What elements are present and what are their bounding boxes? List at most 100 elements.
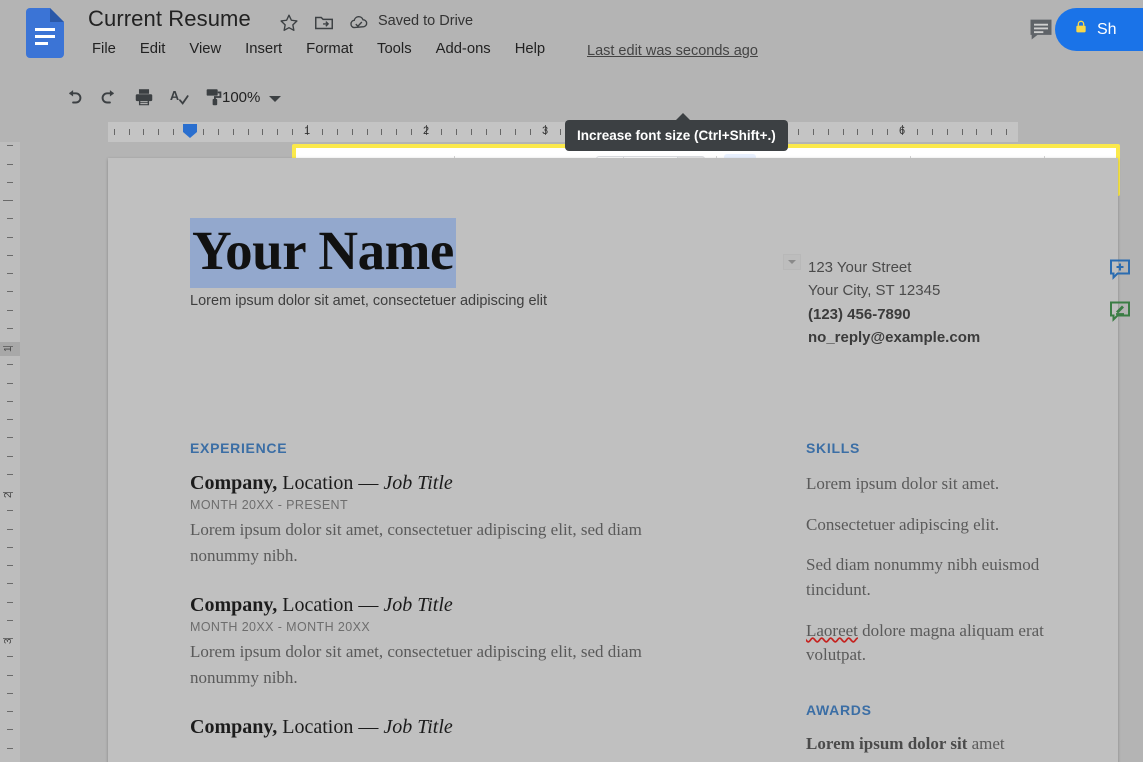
vertical-ruler-tick bbox=[7, 255, 13, 256]
table-options-chevron-down-icon[interactable] bbox=[783, 254, 801, 270]
job-title: Job Title bbox=[383, 472, 452, 494]
menu-insert[interactable]: Insert bbox=[233, 41, 294, 57]
spell-check-icon[interactable]: A bbox=[163, 81, 195, 113]
ruler-tick bbox=[114, 129, 115, 135]
name-heading[interactable]: Your Name bbox=[190, 218, 456, 288]
ruler-number: 6 bbox=[899, 125, 905, 137]
vertical-ruler-tick bbox=[7, 437, 13, 438]
job-title: Job Title bbox=[383, 716, 452, 738]
vertical-ruler-tick bbox=[7, 237, 13, 238]
svg-text:A: A bbox=[170, 88, 179, 103]
ruler-number: 3 bbox=[542, 125, 548, 137]
move-to-folder-icon[interactable] bbox=[313, 12, 335, 34]
vertical-ruler-tick bbox=[7, 383, 13, 384]
vertical-ruler-tick bbox=[7, 328, 13, 329]
contact-info-block[interactable]: 123 Your Street Your City, ST 12345 (123… bbox=[808, 256, 980, 349]
saved-to-drive-cloud-icon bbox=[348, 12, 370, 34]
vertical-ruler-tick bbox=[7, 529, 13, 530]
document-title[interactable]: Current Resume bbox=[88, 6, 251, 32]
ruler-tick bbox=[798, 129, 799, 135]
ruler-tick bbox=[962, 129, 963, 135]
ruler-tick bbox=[367, 129, 368, 135]
ruler-tick bbox=[262, 129, 263, 135]
document-page[interactable]: Your Name Lorem ipsum dolor sit amet, co… bbox=[108, 158, 1118, 762]
menu-file[interactable]: File bbox=[88, 41, 128, 57]
menu-edit[interactable]: Edit bbox=[128, 41, 178, 57]
vertical-ruler-tick bbox=[7, 474, 13, 475]
redo-icon[interactable] bbox=[93, 81, 125, 113]
vertical-ruler-tick bbox=[7, 656, 13, 657]
ruler-tick bbox=[932, 129, 933, 135]
vertical-ruler-tick bbox=[7, 273, 13, 274]
vertical-ruler-tick bbox=[7, 291, 13, 292]
ruler-tick bbox=[828, 129, 829, 135]
last-edit-link[interactable]: Last edit was seconds ago bbox=[587, 43, 758, 59]
job-title: Job Title bbox=[383, 594, 452, 616]
skill-item[interactable]: Lorem ipsum dolor sit amet. bbox=[806, 472, 1096, 497]
contact-email: no_reply@example.com bbox=[808, 326, 980, 349]
skill-item[interactable]: Laoreet dolore magna aliquam erat volutp… bbox=[806, 619, 1096, 668]
star-icon[interactable] bbox=[278, 12, 300, 34]
vertical-ruler-tick bbox=[7, 510, 13, 511]
award-item[interactable]: Lorem ipsum dolor sit amet bbox=[806, 734, 1096, 754]
ruler-tick bbox=[813, 129, 814, 135]
ruler-tick bbox=[486, 129, 487, 135]
vertical-ruler-tick bbox=[7, 711, 13, 712]
job-location: Location — bbox=[277, 716, 383, 738]
contact-phone: (123) 456-7890 bbox=[808, 303, 980, 326]
ruler-tick bbox=[396, 129, 397, 135]
zoom-level-label[interactable]: 100% bbox=[222, 89, 260, 106]
contact-city: Your City, ST 12345 bbox=[808, 279, 980, 302]
comment-history-icon[interactable] bbox=[1026, 15, 1056, 43]
menu-help[interactable]: Help bbox=[503, 41, 557, 57]
misspelled-word[interactable]: Laoreet bbox=[806, 621, 858, 640]
ruler-tick bbox=[530, 129, 531, 135]
experience-column: EXPERIENCE Company, Location — Job Title… bbox=[190, 440, 700, 742]
undo-icon[interactable] bbox=[58, 81, 90, 113]
save-status-text: Saved to Drive bbox=[378, 13, 473, 29]
ruler-tick bbox=[322, 129, 323, 135]
ruler-tick bbox=[456, 129, 457, 135]
menu-bar: File Edit View Insert Format Tools Add-o… bbox=[88, 41, 557, 57]
experience-entry[interactable]: Company, Location — Job Title MONTH 20XX… bbox=[190, 472, 700, 568]
experience-entry[interactable]: Company, Location — Job Title bbox=[190, 716, 700, 739]
skill-item[interactable]: Consectetuer adipiscing elit. bbox=[806, 513, 1096, 538]
skill-item[interactable]: Sed diam nonummy nibh euismod tincidunt. bbox=[806, 553, 1096, 602]
menu-add-ons[interactable]: Add-ons bbox=[424, 41, 503, 57]
add-comment-side-icon[interactable] bbox=[1105, 255, 1135, 283]
ruler-page-range bbox=[108, 122, 1018, 142]
job-heading: Company, Location — Job Title bbox=[190, 716, 700, 739]
ruler-tick bbox=[158, 129, 159, 135]
zoom-chevron-down-icon[interactable] bbox=[268, 92, 282, 110]
ruler-tick bbox=[947, 129, 948, 135]
vertical-ruler-tick bbox=[7, 364, 13, 365]
ruler-tick bbox=[515, 129, 516, 135]
ruler-tick bbox=[471, 129, 472, 135]
experience-section-title: EXPERIENCE bbox=[190, 440, 700, 456]
vertical-ruler[interactable]: 123 bbox=[0, 142, 20, 762]
ruler-tick bbox=[843, 129, 844, 135]
share-button[interactable]: Sh bbox=[1055, 8, 1143, 51]
vertical-ruler-tick bbox=[7, 164, 13, 165]
experience-entry[interactable]: Company, Location — Job Title MONTH 20XX… bbox=[190, 594, 700, 690]
job-company: Company, bbox=[190, 594, 277, 616]
vertical-ruler-tick bbox=[7, 145, 13, 146]
menu-format[interactable]: Format bbox=[294, 41, 365, 57]
menu-tools[interactable]: Tools bbox=[365, 41, 424, 57]
suggest-edit-side-icon[interactable] bbox=[1105, 297, 1135, 325]
vertical-ruler-tick bbox=[7, 547, 13, 548]
print-icon[interactable] bbox=[128, 81, 160, 113]
vertical-ruler-tick bbox=[7, 182, 13, 183]
lock-icon bbox=[1073, 18, 1089, 41]
vertical-ruler-tick bbox=[7, 456, 13, 457]
share-button-label: Sh bbox=[1097, 21, 1117, 39]
document-scroll-area[interactable]: Your Name Lorem ipsum dolor sit amet, co… bbox=[20, 142, 1143, 762]
vertical-ruler-tick bbox=[7, 620, 13, 621]
vertical-ruler-tick bbox=[7, 693, 13, 694]
indent-marker[interactable] bbox=[182, 123, 198, 139]
vertical-ruler-tick bbox=[3, 200, 13, 201]
vertical-ruler-number: 2 bbox=[3, 492, 14, 498]
tooltip-arrow bbox=[675, 113, 691, 121]
menu-view[interactable]: View bbox=[177, 41, 233, 57]
job-location: Location — bbox=[277, 594, 383, 616]
